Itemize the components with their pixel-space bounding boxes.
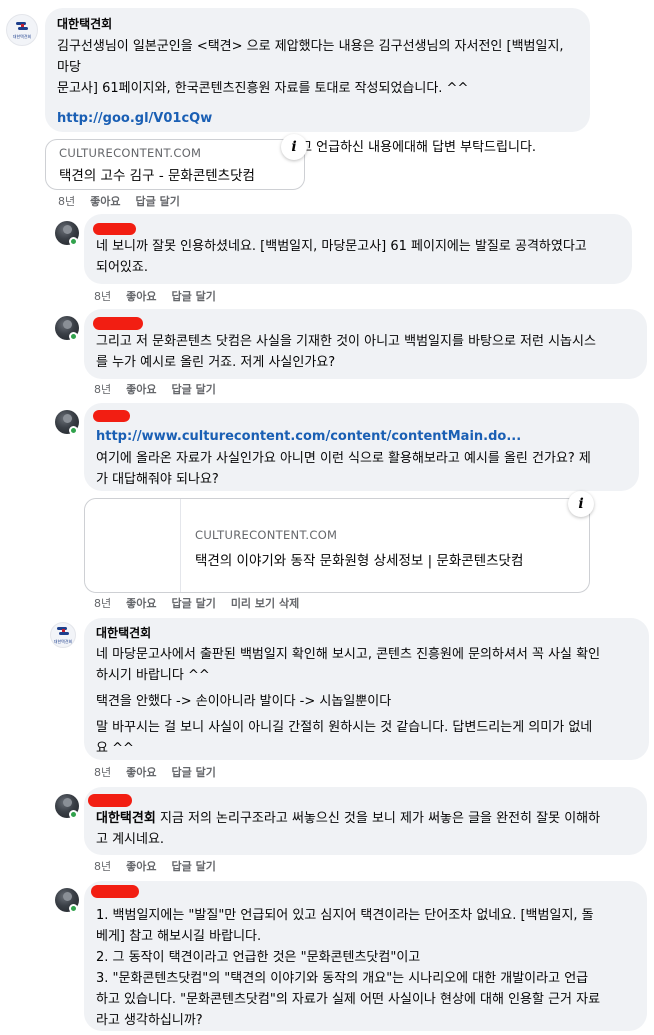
comment-text: 네 마당문고사에서 출판된 백범일지 확인해 보시고, 콘텐츠 진흥원에 문의하… bbox=[96, 647, 601, 683]
link-preview-title: 택견의 이야기와 동작 문화원형 상세정보 | 문화콘텐츠닷컴 bbox=[195, 553, 524, 569]
info-icon[interactable]: i bbox=[281, 134, 307, 160]
online-status-icon bbox=[69, 237, 78, 246]
comment-author[interactable]: 대한택견회 bbox=[96, 625, 637, 641]
comment-actions: 8년 좋아요 답글 달기 bbox=[94, 766, 231, 780]
online-status-icon bbox=[69, 904, 78, 913]
comment-timestamp[interactable]: 8년 bbox=[58, 195, 75, 208]
comment-text: 지금 저의 논리구조라고 써놓으신 것을 보니 제가 써놓은 글을 완전히 잘못… bbox=[96, 811, 601, 847]
comment-timestamp[interactable]: 8년 bbox=[94, 597, 111, 610]
like-button[interactable]: 좋아요 bbox=[126, 766, 156, 779]
comment-text: 말 바꾸시는 걸 보니 사실이 아니길 간절히 원하시는 것 같습니다. 답변드… bbox=[96, 720, 593, 756]
like-button[interactable]: 좋아요 bbox=[126, 860, 156, 873]
comment-timestamp[interactable]: 8년 bbox=[94, 290, 111, 303]
online-status-icon bbox=[69, 810, 78, 819]
comment-timestamp[interactable]: 8년 bbox=[94, 383, 111, 396]
comment-author[interactable]: 대한택견회 bbox=[57, 16, 578, 32]
comment-actions: 8년 좋아요 답글 달기 미리 보기 삭제 bbox=[94, 597, 314, 611]
avatar-label: 대한택견회 bbox=[12, 34, 32, 39]
reply-button[interactable]: 답글 달기 bbox=[136, 195, 180, 208]
reply-button[interactable]: 답글 달기 bbox=[172, 597, 216, 610]
like-button[interactable]: 좋아요 bbox=[126, 290, 156, 303]
reply-button[interactable]: 답글 달기 bbox=[172, 766, 216, 779]
comment-text-wrapper: 대한택견회 지금 저의 논리구조라고 써놓으신 것을 보니 제가 써놓은 글을 … bbox=[96, 808, 635, 850]
comment-bubble: 네 보니까 잘못 인용하셨네요. [백범일지, 마당문고사] 61 페이지에는 … bbox=[84, 214, 632, 284]
comment-text: 1. 백범일지에는 "발질"만 언급되어 있고 심지어 택견이라는 단어조차 없… bbox=[96, 908, 601, 1028]
reply-button[interactable]: 답글 달기 bbox=[172, 383, 216, 396]
mention-link[interactable]: 대한택견회 bbox=[96, 811, 156, 826]
comment-bubble: 1. 백범일지에는 "발질"만 언급되어 있고 심지어 택견이라는 단어조차 없… bbox=[84, 881, 647, 1031]
logo-icon bbox=[15, 21, 29, 33]
comment-text: 택견을 안했다 -> 손이아니라 발이다 -> 시놉일뿐이다 bbox=[96, 694, 392, 709]
comment-text: 여기에 올라온 자료가 사실인가요 아니면 이런 식으로 활용해보라고 예시를 … bbox=[96, 451, 591, 487]
redacted-name bbox=[93, 410, 130, 422]
comment-actions: 8년 좋아요 답글 달기 bbox=[94, 290, 231, 304]
redacted-name bbox=[88, 794, 132, 807]
redacted-name bbox=[93, 223, 136, 235]
comment-bubble: 대한택견회 김구선생님이 일본군인을 <택견> 으로 제압했다는 내용은 김구선… bbox=[45, 8, 590, 155]
info-icon[interactable]: i bbox=[568, 491, 594, 517]
avatar[interactable]: 대한택견회 bbox=[50, 622, 76, 648]
comment-text: 네 보니까 잘못 인용하셨네요. [백범일지, 마당문고사] 61 페이지에는 … bbox=[96, 239, 587, 275]
avatar-label: 대한택견회 bbox=[53, 639, 73, 644]
comment-bubble: 그리고 저 문화콘텐츠 닷컴은 사실을 기재한 것이 아니고 백범일지를 바탕으… bbox=[84, 309, 647, 379]
logo-icon bbox=[56, 626, 70, 638]
online-status-icon bbox=[69, 332, 78, 341]
comment-bubble: 대한택견회 네 마당문고사에서 출판된 백범일지 확인해 보시고, 콘텐츠 진흥… bbox=[84, 618, 649, 760]
redacted-name bbox=[91, 885, 139, 898]
reply-button[interactable]: 답글 달기 bbox=[172, 860, 216, 873]
like-button[interactable]: 좋아요 bbox=[90, 195, 120, 208]
avatar[interactable]: 대한택견회 bbox=[6, 14, 38, 46]
comment-actions: 8년 좋아요 답글 달기 bbox=[94, 383, 231, 397]
link-preview-thumbnail bbox=[85, 499, 181, 592]
link-preview-title: 택견의 고수 김구 - 문화콘텐츠닷컴 bbox=[59, 168, 255, 184]
like-button[interactable]: 좋아요 bbox=[126, 597, 156, 610]
comment-link[interactable]: http://goo.gl/V01cQw bbox=[57, 108, 578, 129]
comment-text: 김구선생님이 일본군인을 <택견> 으로 제압했다는 내용은 김구선생님의 자서… bbox=[57, 39, 564, 96]
comment-bubble: 대한택견회 지금 저의 논리구조라고 써놓으신 것을 보니 제가 써놓은 글을 … bbox=[84, 787, 647, 855]
link-preview-card[interactable]: CULTURECONTENT.COM 택견의 고수 김구 - 문화콘텐츠닷컴 bbox=[45, 139, 305, 190]
comment-link[interactable]: http://www.culturecontent.com/content/co… bbox=[96, 426, 627, 447]
link-preview-domain: CULTURECONTENT.COM bbox=[59, 146, 202, 160]
link-preview-domain: CULTURECONTENT.COM bbox=[195, 528, 338, 542]
like-button[interactable]: 좋아요 bbox=[126, 383, 156, 396]
link-preview-card[interactable]: CULTURECONTENT.COM 택견의 이야기와 동작 문화원형 상세정보… bbox=[84, 498, 590, 593]
redacted-name bbox=[93, 317, 143, 330]
online-status-icon bbox=[69, 426, 78, 435]
remove-preview-button[interactable]: 미리 보기 삭제 bbox=[231, 597, 299, 610]
reply-button[interactable]: 답글 달기 bbox=[172, 290, 216, 303]
comment-timestamp[interactable]: 8년 bbox=[94, 860, 111, 873]
comment-text: 그리고 저 문화콘텐츠 닷컴은 사실을 기재한 것이 아니고 백범일지를 바탕으… bbox=[96, 334, 596, 370]
comment-actions: 8년 좋아요 답글 달기 bbox=[58, 195, 195, 209]
comment-timestamp[interactable]: 8년 bbox=[94, 766, 111, 779]
comment-bubble: http://www.culturecontent.com/content/co… bbox=[84, 403, 639, 491]
comment-actions: 8년 좋아요 답글 달기 bbox=[94, 860, 231, 874]
